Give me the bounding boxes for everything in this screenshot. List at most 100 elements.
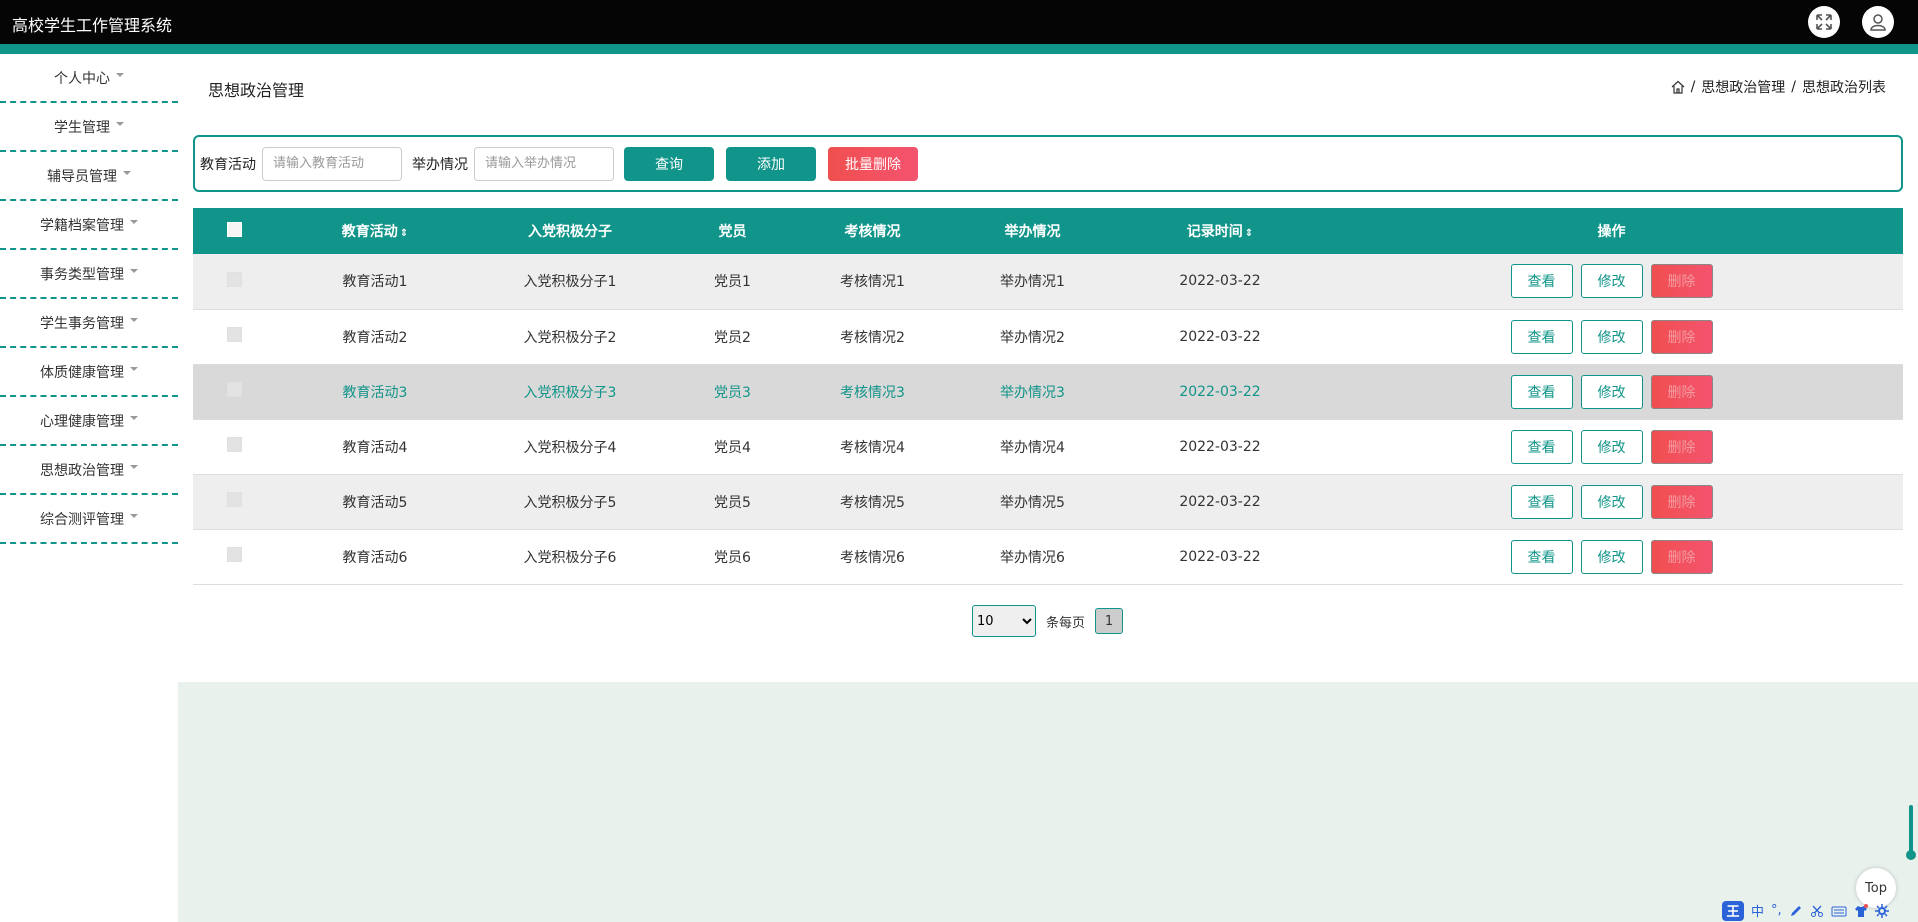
edit-button[interactable]: 修改: [1580, 319, 1643, 354]
caret-down-icon: [123, 170, 131, 175]
view-button[interactable]: 查看: [1510, 374, 1573, 409]
row-checkbox[interactable]: [226, 492, 242, 507]
cell-status: 举办情况5: [945, 474, 1120, 530]
cell-status: 举办情况1: [945, 254, 1120, 310]
delete-button[interactable]: 删除: [1650, 429, 1713, 464]
view-button[interactable]: 查看: [1510, 484, 1573, 519]
sidebar-item-records[interactable]: 学籍档案管理: [0, 201, 178, 250]
status-label: 举办情况: [412, 156, 468, 173]
cell-activity: 教育活动5: [275, 474, 475, 530]
pagination: 10 条每页 1: [972, 605, 1124, 637]
page-number-button[interactable]: 1: [1095, 608, 1124, 634]
ime-punct-toggle[interactable]: °,: [1771, 903, 1782, 918]
table-row: 教育活动6 入党积极分子6 党员6 考核情况6 举办情况6 2022-03-22…: [193, 529, 1903, 585]
sidebar-item-student-affairs[interactable]: 学生事务管理: [0, 299, 178, 348]
table-header-row: 教育活动 ⇕ 入党积极分子 党员 考核情况 举办情况 记录时间 ⇕ 操作: [193, 208, 1903, 254]
cell-activist: 入党积极分子2: [475, 309, 665, 365]
pen-icon[interactable]: [1789, 904, 1803, 918]
query-button[interactable]: 查询: [624, 146, 714, 181]
breadcrumb-item-module[interactable]: 思想政治管理: [1701, 77, 1785, 97]
row-checkbox[interactable]: [226, 382, 242, 397]
per-page-label: 条每页: [1046, 615, 1086, 631]
sidebar-item-evaluation[interactable]: 综合测评管理: [0, 495, 178, 544]
sidebar-item-counselors[interactable]: 辅导员管理: [0, 152, 178, 201]
sidebar-item-physical-health[interactable]: 体质健康管理: [0, 348, 178, 397]
cell-activist: 入党积极分子5: [475, 474, 665, 530]
cell-time: 2022-03-22: [1120, 309, 1320, 365]
batch-delete-button[interactable]: 批量删除: [828, 146, 918, 181]
row-checkbox[interactable]: [226, 271, 242, 287]
caret-down-icon: [130, 513, 138, 518]
scroll-progress-knob[interactable]: [1906, 850, 1916, 860]
ime-mode-toggle[interactable]: 中: [1751, 901, 1764, 920]
table-row: 教育活动3 入党积极分子3 党员3 考核情况3 举办情况3 2022-03-22…: [193, 364, 1903, 420]
sidebar-item-mental-health[interactable]: 心理健康管理: [0, 397, 178, 446]
cell-assessment: 考核情况1: [800, 254, 945, 310]
keyboard-icon[interactable]: [1831, 904, 1847, 918]
delete-button[interactable]: 删除: [1650, 484, 1713, 519]
delete-button[interactable]: 删除: [1650, 539, 1713, 574]
fullscreen-button[interactable]: [1808, 6, 1840, 38]
sidebar-item-personal-center[interactable]: 个人中心: [0, 54, 178, 103]
row-checkbox[interactable]: [226, 437, 242, 452]
user-icon: [1870, 14, 1886, 31]
column-header-activist: 入党积极分子: [528, 224, 612, 240]
caret-down-icon: [130, 317, 138, 322]
header-accent-strip: [0, 44, 1918, 54]
add-button[interactable]: 添加: [726, 146, 816, 181]
cell-member: 党员2: [665, 309, 800, 365]
cell-activity: 教育活动3: [275, 364, 475, 420]
cell-activity: 教育活动6: [275, 529, 475, 585]
column-header-assessment: 考核情况: [844, 224, 901, 240]
shirt-icon[interactable]: [1854, 903, 1868, 918]
breadcrumb: / 思想政治管理 / 思想政治列表: [1671, 77, 1886, 97]
scissors-icon[interactable]: [1810, 904, 1824, 918]
edit-button[interactable]: 修改: [1580, 264, 1643, 299]
table-row: 教育活动2 入党积极分子2 党员2 考核情况2 举办情况2 2022-03-22…: [193, 309, 1903, 365]
caret-down-icon: [130, 415, 138, 420]
delete-button[interactable]: 删除: [1650, 319, 1713, 354]
select-all-checkbox[interactable]: [226, 221, 242, 237]
cell-member: 党员4: [665, 419, 800, 475]
column-header-activity[interactable]: 教育活动 ⇕: [275, 208, 475, 254]
gear-icon[interactable]: [1874, 903, 1889, 918]
row-checkbox[interactable]: [226, 327, 242, 342]
view-button[interactable]: 查看: [1510, 319, 1573, 354]
ime-logo-icon[interactable]: 王: [1722, 900, 1744, 921]
top-bar: 高校学生工作管理系统: [0, 0, 1918, 44]
activity-search-input[interactable]: [262, 146, 402, 181]
ime-toolbar: 王 中 °,: [1722, 899, 1918, 922]
home-icon[interactable]: [1671, 80, 1685, 94]
edit-button[interactable]: 修改: [1580, 539, 1643, 574]
sidebar-item-students[interactable]: 学生管理: [0, 103, 178, 152]
row-checkbox[interactable]: [226, 547, 242, 562]
cell-assessment: 考核情况3: [800, 364, 945, 420]
delete-button[interactable]: 删除: [1650, 264, 1713, 299]
status-search-input[interactable]: [474, 146, 614, 181]
cell-assessment: 考核情况6: [800, 529, 945, 585]
edit-button[interactable]: 修改: [1580, 374, 1643, 409]
page-size-select[interactable]: 10: [972, 605, 1036, 637]
scroll-progress-bar[interactable]: [1909, 805, 1913, 855]
edit-button[interactable]: 修改: [1580, 484, 1643, 519]
user-button[interactable]: [1862, 6, 1894, 38]
column-header-actions: 操作: [1597, 224, 1626, 240]
view-button[interactable]: 查看: [1510, 539, 1573, 574]
cell-activity: 教育活动2: [275, 309, 475, 365]
cell-member: 党员6: [665, 529, 800, 585]
edit-button[interactable]: 修改: [1580, 429, 1643, 464]
view-button[interactable]: 查看: [1510, 429, 1573, 464]
view-button[interactable]: 查看: [1510, 264, 1573, 299]
caret-down-icon: [130, 464, 138, 469]
expand-arrows-icon: [1816, 14, 1832, 30]
column-header-time[interactable]: 记录时间 ⇕: [1120, 208, 1320, 254]
sidebar-item-affair-types[interactable]: 事务类型管理: [0, 250, 178, 299]
sidebar: 个人中心 学生管理 辅导员管理 学籍档案管理 事务类型管理 学生事务管理 体质健…: [0, 54, 178, 544]
cell-activist: 入党积极分子4: [475, 419, 665, 475]
delete-button[interactable]: 删除: [1650, 374, 1713, 409]
cell-time: 2022-03-22: [1120, 474, 1320, 530]
app-title: 高校学生工作管理系统: [12, 16, 173, 35]
cell-member: 党员5: [665, 474, 800, 530]
sidebar-item-ideology[interactable]: 思想政治管理: [0, 446, 178, 495]
content-footer-area: [178, 682, 1918, 922]
